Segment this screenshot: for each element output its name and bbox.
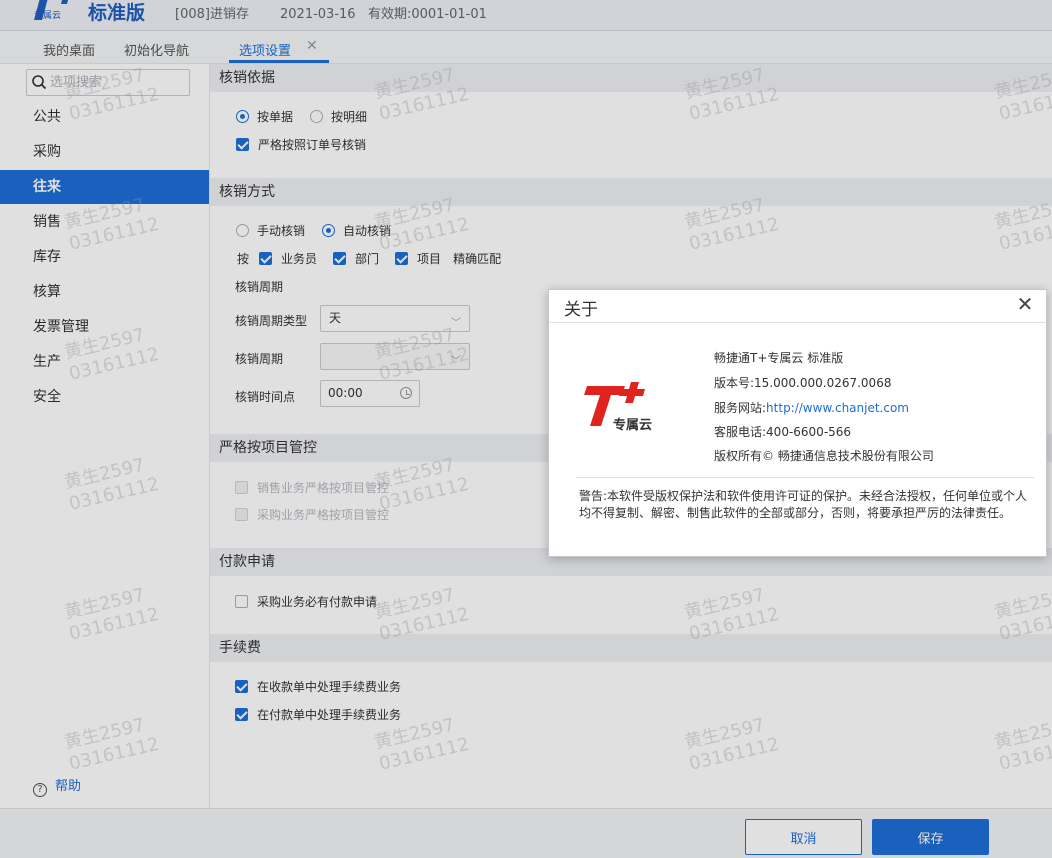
dialog-title: 关于 [564,300,598,320]
copyright: 版权所有© 畅捷通信息技术股份有限公司 [714,449,934,463]
website-label: 服务网站: [714,401,767,415]
dialog-logo-subtitle: 专属云 [613,418,653,433]
service-website: 服务网站:http://www.chanjet.com [714,399,909,416]
dialog-divider [549,322,1046,323]
service-phone: 客服电话:400-6600-566 [714,425,852,439]
license-warning: 警告:本软件受版权保护法和软件使用许可证的保护。未经合法授权，任何单位或个人均不… [579,489,1028,520]
product-name: 畅捷通T+专属云 标准版 [714,351,844,365]
close-icon[interactable]: ✕ [1015,294,1035,314]
website-link[interactable]: http://www.chanjet.com [766,401,909,415]
dialog-separator [576,477,1034,478]
version-number: 版本号:15.000.000.0267.0068 [714,376,892,390]
about-dialog: 关于 ✕ 专属云 畅捷通T+专属云 标准版 版本号:15.000.000.026… [548,289,1047,557]
